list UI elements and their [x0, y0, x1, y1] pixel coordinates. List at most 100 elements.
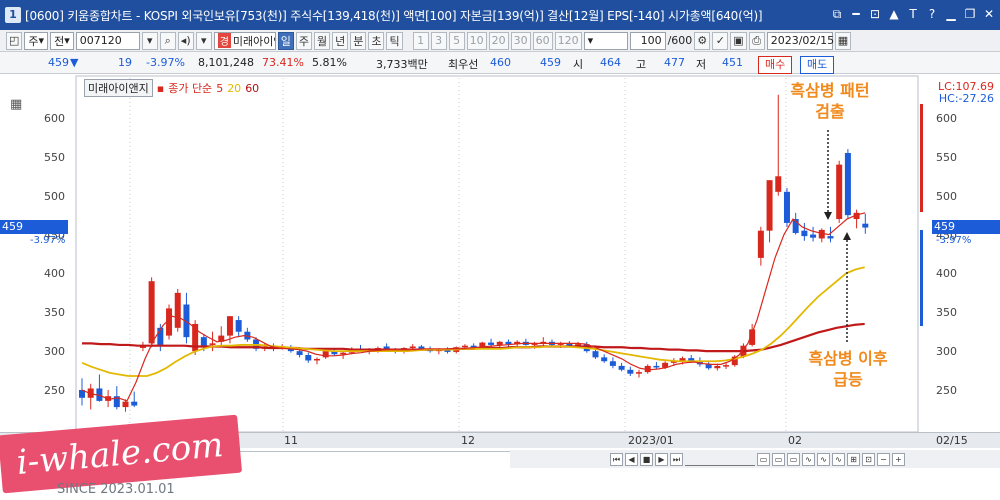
interval-custom-input[interactable]: ▾ [583, 31, 628, 50]
interval-button-120[interactable]: 120 [554, 31, 582, 50]
best-bid: 459 [540, 56, 561, 69]
chart-type-icon[interactable]: ◰ [6, 31, 23, 50]
chart-area[interactable] [0, 74, 1000, 452]
period-select-value: 주 [28, 34, 39, 48]
ma-label: 종가 단순 [168, 82, 213, 95]
tool-icon[interactable]: ▭ [757, 452, 770, 466]
candle [505, 339, 512, 347]
price-tick: 250 [44, 384, 65, 397]
period-button-week[interactable]: 주 [295, 31, 312, 50]
price-tick: 350 [936, 306, 957, 319]
restore-icon[interactable]: ⧉ [830, 6, 844, 22]
maximize-icon[interactable]: ❐ [963, 6, 977, 22]
stop-icon[interactable]: ■ [640, 452, 653, 466]
count-total: /600 [667, 34, 693, 47]
volume-ratio: 73.41% [262, 56, 304, 69]
price-tick: 300 [44, 345, 65, 358]
candle [235, 316, 242, 338]
ma5-line [81, 212, 866, 402]
help-icon[interactable]: ? [925, 6, 939, 22]
candle [79, 378, 85, 406]
candle [601, 354, 608, 363]
first-icon[interactable]: ⏮ [610, 452, 623, 466]
period-button-minute[interactable]: 분 [350, 31, 367, 50]
price-tick: 250 [936, 384, 957, 397]
ma5-label: 5 [216, 81, 224, 95]
interval-button-30[interactable]: 30 [510, 31, 531, 50]
stock-code-input[interactable]: 007120 [75, 31, 140, 50]
candle [131, 391, 138, 408]
interval-button-3[interactable]: 3 [430, 31, 447, 50]
tool-icon[interactable]: ▭ [772, 452, 785, 466]
best-quote-label: 최우선 [448, 58, 479, 71]
period-button-month[interactable]: 월 [313, 31, 331, 50]
chart-settings-icon[interactable]: ⚙ [694, 31, 711, 50]
interval-button-20[interactable]: 20 [488, 31, 509, 50]
search-icon[interactable]: ⌕ [159, 31, 176, 50]
next-icon[interactable]: ▶ [655, 452, 668, 466]
candle [522, 338, 529, 346]
trade-amount: 3,733백만 [376, 58, 428, 71]
period-button-day[interactable]: 일 [277, 31, 294, 50]
print-icon[interactable]: ⎙ [748, 31, 765, 50]
layout-icon[interactable]: ⊡ [868, 6, 882, 22]
interval-button-10[interactable]: 10 [466, 31, 487, 50]
tool-icon[interactable]: ⊞ [847, 452, 860, 466]
warning-badge: 경 [217, 33, 231, 48]
tool-icon[interactable]: ∿ [802, 452, 815, 466]
dropdown-arrow-icon[interactable]: ▾ [141, 31, 158, 50]
price-tick: 500 [44, 190, 65, 203]
legend-stock-name[interactable]: 미래아이앤지 [84, 79, 153, 97]
current-change-right: -3.97% [936, 235, 972, 246]
price-change: 19 [118, 56, 132, 69]
surge-arrow-head [843, 232, 851, 240]
sell-button[interactable]: 매도 [800, 56, 835, 74]
range-bar-up [920, 104, 923, 212]
jeon-select[interactable]: 전 ▾ [50, 31, 74, 50]
interval-button-1[interactable]: 1 [412, 31, 429, 50]
date-input[interactable]: 2023/02/15 [766, 31, 834, 50]
text-icon[interactable]: T [906, 6, 920, 22]
period-button-year[interactable]: 년 [332, 31, 349, 50]
title-bar: 1 [0600] 키움종합차트 - KOSPI 외국인보유[753(천)] 주식… [0, 0, 1000, 30]
minimize-icon[interactable]: ▁ [944, 6, 958, 22]
buy-button[interactable]: 매수 [758, 56, 793, 74]
tool-icon[interactable]: ∿ [817, 452, 830, 466]
range-bar-down [920, 230, 923, 326]
close-icon[interactable]: ✕ [982, 6, 996, 22]
interval-button-60[interactable]: 60 [532, 31, 553, 50]
save-icon[interactable]: ▣ [730, 31, 747, 50]
hc-value: HC:-27.26 [938, 92, 994, 105]
price-tick: 550 [936, 151, 957, 164]
candle [305, 352, 312, 363]
down-arrow-icon: ▼ [70, 56, 79, 69]
sound-icon[interactable]: ◂) [177, 31, 194, 50]
minimize-panel-icon[interactable]: ━ [849, 6, 863, 22]
count-input[interactable]: 100 [629, 31, 666, 50]
indicator-icon[interactable]: ✓ [712, 31, 729, 50]
volume: 8,101,248 [198, 56, 254, 69]
zoom-slider[interactable] [685, 452, 755, 466]
prev-icon[interactable]: ◀ [625, 452, 638, 466]
candle [192, 320, 199, 356]
zoom-out-icon[interactable]: − [877, 452, 890, 466]
period-button-second[interactable]: 초 [368, 31, 385, 50]
zoom-in-icon[interactable]: + [892, 452, 905, 466]
tool-icon[interactable]: ▭ [787, 452, 800, 466]
period-select[interactable]: 주 ▾ [24, 31, 49, 50]
pin-icon[interactable]: ▲ [887, 6, 901, 22]
calendar-icon[interactable]: ▦ [834, 31, 852, 50]
settings-dropdown-icon[interactable]: ▾ [195, 31, 212, 50]
candle [862, 213, 869, 234]
last-icon[interactable]: ⏭ [670, 452, 683, 466]
interval-button-5[interactable]: 5 [448, 31, 465, 50]
tool-icon[interactable]: ⊡ [862, 452, 875, 466]
stock-name-field[interactable]: 경미래아이앤 [213, 31, 276, 50]
tool-icon[interactable]: ∿ [832, 452, 845, 466]
window-controls: ⧉ ━ ⊡ ▲ T ? ▁ ❐ ✕ [830, 6, 996, 22]
period-button-tick[interactable]: 틱 [386, 31, 403, 50]
candle [653, 362, 660, 370]
grid-toggle-icon[interactable]: ▦ [10, 97, 22, 112]
candle [801, 222, 808, 241]
price-tick: 300 [936, 345, 957, 358]
